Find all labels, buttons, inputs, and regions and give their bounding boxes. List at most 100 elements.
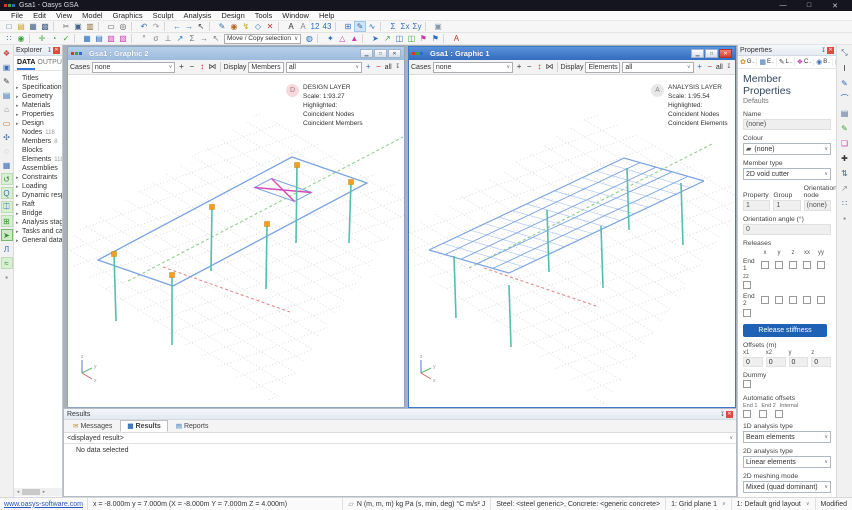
analysis-1d-select[interactable]: Beam elements ∨ <box>743 431 831 443</box>
add-case-button[interactable]: + <box>515 63 523 71</box>
minimize-button[interactable]: — <box>778 2 788 10</box>
explorer-tab[interactable]: OUTPUT <box>37 59 62 70</box>
orientation-node-field[interactable]: (none) <box>803 200 831 211</box>
select-members-icon[interactable]: ▨ <box>105 33 117 44</box>
all-button[interactable]: all <box>716 64 723 71</box>
tree-item-specification[interactable]: ▸ Specification <box>16 83 62 92</box>
tree-item-assemblies[interactable]: Assemblies <box>16 164 62 173</box>
select-cursor-icon[interactable]: ↖ <box>195 21 207 32</box>
display-combo[interactable]: Members∨ <box>248 61 284 73</box>
tree-item-materials[interactable]: ▸ Materials <box>16 101 62 110</box>
select-areas-icon[interactable]: ▧ <box>117 33 129 44</box>
filter-combo[interactable]: all ∨ <box>285 61 363 73</box>
region-icon[interactable]: ❏ <box>838 137 851 149</box>
table-icon[interactable]: ⊞ <box>342 21 354 32</box>
cycle-case-icon[interactable]: ↕ <box>535 63 543 71</box>
tree-item-titles[interactable]: Titles <box>16 74 62 83</box>
tree-item-dynamic-response[interactable]: ▸ Dynamic response <box>16 191 62 200</box>
redo-icon[interactable]: ↷ <box>150 21 162 32</box>
join-icon[interactable]: ◫ <box>405 33 417 44</box>
window-layout-icon[interactable]: ▣ <box>432 21 444 32</box>
pin-view-icon[interactable]: ↧ <box>394 64 402 70</box>
tree-item-general-data[interactable]: ▸ General data <box>16 236 62 245</box>
pin-icon[interactable]: ↧ <box>47 47 52 54</box>
cases-combo[interactable]: none ∨ <box>432 61 514 73</box>
edit-pencil-icon[interactable]: ✎ <box>354 21 366 32</box>
sum-x-icon[interactable]: Σx <box>399 21 411 32</box>
pen2-icon[interactable]: ✎ <box>838 122 851 134</box>
window-close-icon[interactable]: ✕ <box>388 49 401 58</box>
toolbar-icon[interactable] <box>335 22 340 31</box>
more-dot-icon[interactable]: ▪ <box>1 271 13 283</box>
results-tab[interactable]: ▤ Reports <box>169 420 216 432</box>
close-icon[interactable]: ✕ <box>726 410 733 418</box>
sculpt-add-icon[interactable]: ✛ <box>36 33 48 44</box>
label-12-icon[interactable]: 12 <box>309 21 321 32</box>
release-checkbox[interactable] <box>789 296 797 304</box>
grid-layout-select[interactable]: 1: Default grid layout ∨ <box>730 498 815 510</box>
zoom-icon[interactable]: Q <box>0 187 13 199</box>
grid-icon[interactable]: ▦ <box>1 159 13 171</box>
sigma-tool-icon[interactable]: σ <box>150 33 162 44</box>
sum-tool-icon[interactable]: Σ <box>186 33 198 44</box>
meshing-mode-select[interactable]: Mixed (quad dominant) ∨ <box>743 481 831 493</box>
sum-y-icon[interactable]: Σy <box>411 21 423 32</box>
tree-item-constraints[interactable]: ▸ Constraints <box>16 173 62 182</box>
arrow-right-icon[interactable]: → <box>198 33 210 44</box>
select-elements-icon[interactable]: ▤ <box>93 33 105 44</box>
angle-icon[interactable]: ° <box>138 33 150 44</box>
name-field[interactable]: (none) <box>743 119 831 130</box>
toolbar-icon[interactable] <box>209 22 214 31</box>
release-zz-checkbox[interactable] <box>743 309 751 317</box>
polygon-icon[interactable]: ◇ <box>252 21 264 32</box>
tree-item-raft[interactable]: ▸ Raft <box>16 200 62 209</box>
menu-item[interactable]: Edit <box>28 11 51 20</box>
toolbar-icon[interactable] <box>317 34 322 43</box>
tree-item-properties[interactable]: ▸ Properties <box>16 110 62 119</box>
scroll-left-icon[interactable]: ◂ <box>14 489 22 495</box>
flip-icon[interactable]: ➤ <box>369 33 381 44</box>
paste-icon[interactable]: ▥ <box>84 21 96 32</box>
cycle-case-icon[interactable]: ↕ <box>198 63 206 71</box>
release-checkbox[interactable] <box>803 261 811 269</box>
toolbar-icon[interactable] <box>74 34 79 43</box>
grid-dots-icon[interactable]: ∷ <box>3 33 15 44</box>
sculpt-check-icon[interactable]: ✓ <box>60 33 72 44</box>
window-minimize-icon[interactable]: ▁ <box>360 49 373 58</box>
explorer-tab[interactable]: DATA <box>17 59 36 70</box>
oasys-link[interactable]: www.oasys-software.com <box>0 501 87 508</box>
case-icon[interactable]: ▭ <box>1 117 13 129</box>
props-tab-line[interactable]: ✎ L ⌄ <box>778 58 795 66</box>
toolbar-icon[interactable] <box>425 22 430 31</box>
analysis-2d-select[interactable]: Linear elements ∨ <box>743 456 831 468</box>
pin-view-icon[interactable]: ↧ <box>725 64 733 70</box>
add-case-button[interactable]: + <box>177 63 185 71</box>
move-copy-dropdown[interactable]: Move / Copy selection ∨ <box>224 33 302 44</box>
tree-item-loading[interactable]: ▸ Loading <box>16 182 62 191</box>
pin-icon[interactable]: ↧ <box>821 47 826 54</box>
grid-plane-select[interactable]: 1: Grid plane 1 ∨ <box>665 498 731 510</box>
release-checkbox[interactable] <box>817 296 825 304</box>
toolbar-icon[interactable] <box>380 22 385 31</box>
cut-icon[interactable]: ✂ <box>60 21 72 32</box>
menu-item[interactable]: View <box>51 11 77 20</box>
extrude-icon[interactable]: ↗ <box>381 33 393 44</box>
copy-icon[interactable]: ▣ <box>72 21 84 32</box>
chart-icon[interactable]: ∿ <box>366 21 378 32</box>
book-icon[interactable]: ⎅ <box>0 201 13 213</box>
member-type-select[interactable]: 2D void cutter ∨ <box>743 168 831 180</box>
remove-case-button[interactable]: − <box>188 63 196 71</box>
mesh-tool-icon[interactable]: ⊞ <box>0 215 13 227</box>
toolbar-icon[interactable] <box>131 34 136 43</box>
more2-dot-icon[interactable]: ▪ <box>838 212 851 224</box>
menu-item[interactable]: Model <box>77 11 107 20</box>
menu-item[interactable]: Analysis <box>178 11 216 20</box>
panel-icon[interactable]: ▤ <box>838 107 851 119</box>
menu-item[interactable]: File <box>6 11 28 20</box>
print-preview-icon[interactable]: ◎ <box>117 21 129 32</box>
tri-outline-icon[interactable]: △ <box>336 33 348 44</box>
section-icon[interactable]: Л <box>1 243 13 255</box>
close-button[interactable]: ✕ <box>830 2 840 10</box>
globe-icon[interactable]: ◍ <box>303 33 315 44</box>
menu-item[interactable]: Sculpt <box>148 11 179 20</box>
